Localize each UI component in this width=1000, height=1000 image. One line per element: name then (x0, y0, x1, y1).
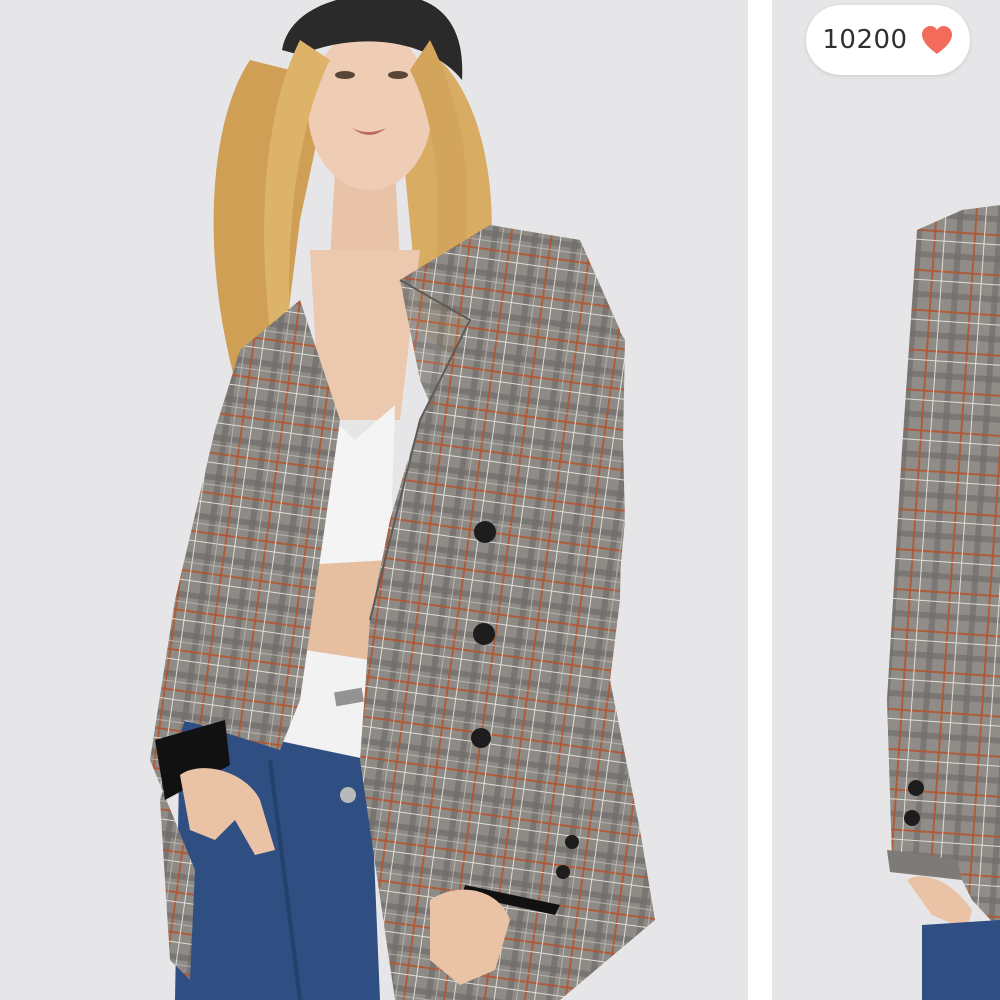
like-count: 10200 (822, 25, 908, 55)
photo-gutter (748, 0, 772, 1000)
blazer-side-view-illustration (772, 0, 1000, 1000)
model-wearing-plaid-blazer-illustration (0, 0, 748, 1000)
heart-icon[interactable] (920, 25, 954, 55)
like-count-badge[interactable]: 10200 (806, 5, 970, 75)
product-photo-secondary[interactable] (772, 0, 1000, 1000)
product-photo-main[interactable] (0, 0, 748, 1000)
